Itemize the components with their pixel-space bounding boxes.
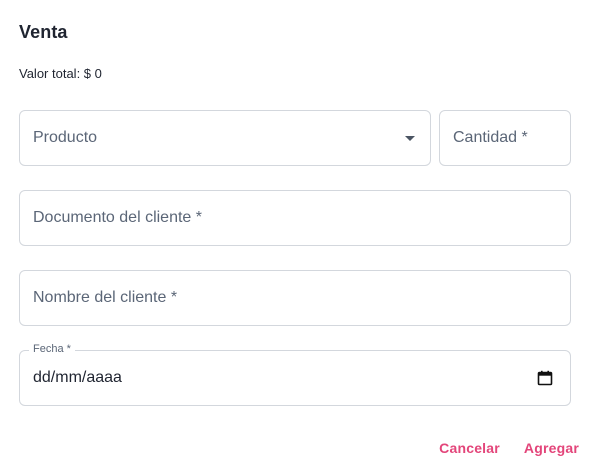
add-button[interactable]: Agregar bbox=[524, 440, 579, 456]
cantidad-input[interactable]: Cantidad * bbox=[439, 110, 571, 166]
producto-select[interactable]: Producto bbox=[19, 110, 431, 166]
nombre-cliente-input[interactable]: Nombre del cliente * bbox=[19, 270, 571, 326]
documento-cliente-input[interactable]: Documento del cliente * bbox=[19, 190, 571, 246]
fecha-label: Fecha * bbox=[29, 343, 75, 355]
total-value-label: Valor total: $ 0 bbox=[19, 66, 102, 81]
nombre-placeholder: Nombre del cliente * bbox=[33, 289, 178, 306]
venta-dialog: Venta Valor total: $ 0 Producto Cantidad… bbox=[0, 0, 591, 471]
producto-placeholder: Producto bbox=[33, 129, 98, 146]
calendar-icon[interactable] bbox=[537, 370, 553, 386]
chevron-down-icon bbox=[405, 136, 415, 141]
documento-placeholder: Documento del cliente * bbox=[33, 209, 202, 226]
dialog-actions: Cancelar Agregar bbox=[439, 440, 579, 456]
dialog-title: Venta bbox=[19, 22, 68, 42]
cantidad-placeholder: Cantidad * bbox=[453, 129, 528, 146]
cancel-button[interactable]: Cancelar bbox=[439, 440, 500, 456]
fecha-value: dd/mm/aaaa bbox=[33, 369, 122, 386]
fecha-date-input[interactable]: Fecha * dd/mm/aaaa bbox=[19, 343, 571, 406]
